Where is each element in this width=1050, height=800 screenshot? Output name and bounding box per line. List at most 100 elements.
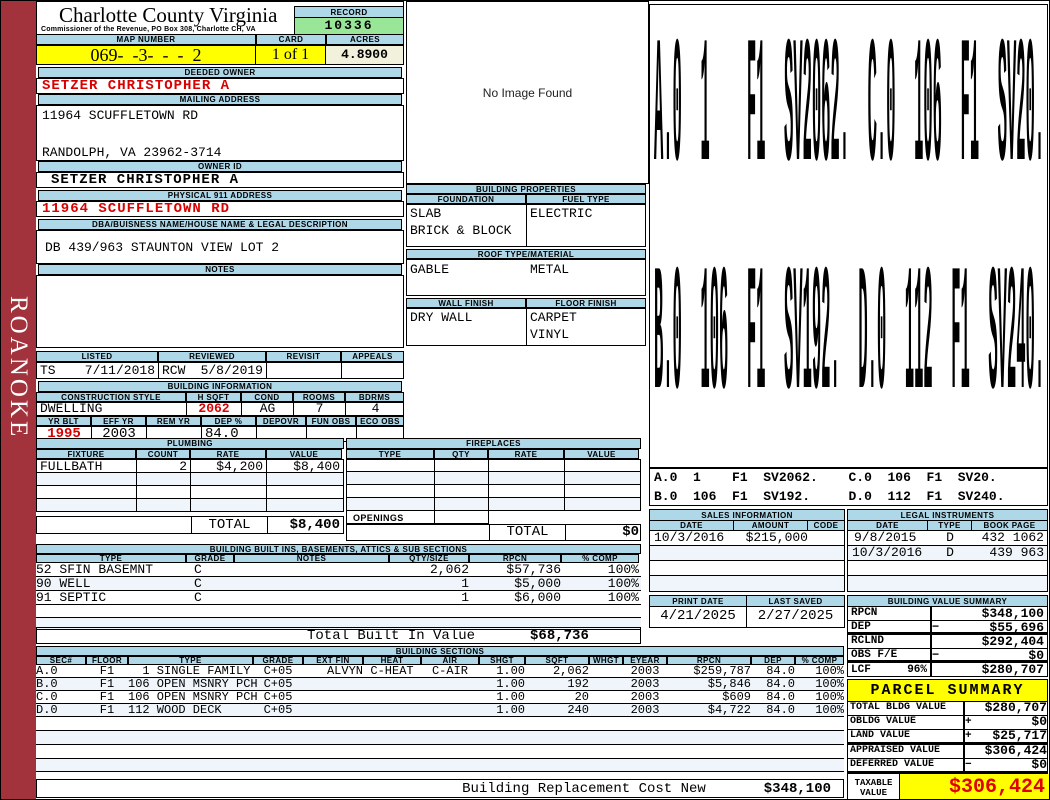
- physical-address-label: PHYSICAL 911 ADDRESS: [38, 190, 402, 201]
- map-number-label: MAP NUMBER: [36, 34, 256, 45]
- no-image-text: No Image Found: [482, 85, 573, 100]
- sections-empty-row: [36, 745, 844, 759]
- parcel-row: APPRAISED VALUE $306,424: [847, 744, 1048, 759]
- vsummary-row: LCF 96% $280,707: [848, 663, 1047, 677]
- sales-empty-row: [650, 576, 844, 591]
- vsummary-row: DEP − $55,696: [848, 621, 1047, 635]
- year-header-row: YR BLT EFF YR REM YR DEP % DEPOVR FUN OB…: [36, 416, 404, 426]
- revisit-label: REVISIT: [266, 351, 341, 362]
- sales-information: SALES INFORMATION DATE AMOUNT CODE 10/3/…: [649, 509, 845, 592]
- building-properties-label: BUILDING PROPERTIES: [406, 184, 646, 194]
- legal-instruments: LEGAL INSTRUMENTS DATE TYPE BOOK PAGE 9/…: [847, 509, 1048, 592]
- mailing-line1: 11964 SCUFFLETOWN RD: [42, 108, 199, 123]
- reviewed-label: REVIEWED: [158, 351, 266, 362]
- plumbing-row: FULLBATH 2 $4,200 $8,400: [36, 459, 344, 473]
- fireplaces-openings-row: OPENINGS: [346, 511, 641, 524]
- style-value-row: DWELLING 2062 AG 7 4: [36, 402, 404, 416]
- foundation-value: SLAB BRICK & BLOCK: [407, 205, 527, 246]
- construction-style-label: CONSTRUCTION STYLE: [36, 392, 186, 402]
- wall-finish-value: DRY WALL: [407, 309, 527, 345]
- builtins-row: 90 WELL C 1 $5,000 100%: [36, 576, 641, 591]
- dep-label: DEP %: [201, 416, 256, 426]
- legend-line2-left: B.0 106 F1 SV192.: [654, 489, 811, 504]
- building-sections-label: BUILDING SECTIONS: [36, 646, 844, 656]
- reviewed-date: 5/8/2019: [200, 363, 263, 378]
- vsummary-row: RCLND $292,404: [848, 635, 1047, 649]
- listed-label: LISTED: [36, 351, 158, 362]
- parcel-summary: PARCEL SUMMARY TOTAL BLDG VALUE $280,707…: [847, 679, 1049, 799]
- sections-row: D.0 F1 112 WOOD DECK C+05 1.00 240 2003 $4,…: [36, 703, 844, 717]
- plumbing-section: PLUMBING FIXTURE COUNT RATE VALUE FULLBA…: [36, 438, 344, 541]
- cond-value: AG: [242, 403, 294, 415]
- legend-line1-right: C.0 106 F1 SV20.: [848, 470, 997, 485]
- replacement-cost-label: Building Replacement Cost New: [462, 780, 706, 797]
- fireplaces-col-qty: QTY: [434, 449, 488, 459]
- sales-row: 10/3/2016 $215,000: [650, 531, 844, 546]
- appeals-value: [342, 363, 405, 378]
- sections-empty-row: [36, 759, 844, 772]
- record-value: 10336: [294, 18, 404, 35]
- sections-col-whgt: WHGT: [589, 656, 623, 665]
- notes-label: NOTES: [38, 264, 402, 275]
- parcel-row: DEFERRED VALUE − $0: [847, 758, 1048, 774]
- deeded-owner-value: SETZER CHRISTOPHER A: [36, 78, 404, 94]
- review-header-row: LISTED REVIEWED REVISIT APPEALS: [36, 351, 404, 362]
- fireplaces-col-type: TYPE: [346, 449, 434, 459]
- sales-col-amount: AMOUNT: [734, 521, 808, 530]
- sections-empty-row: [36, 731, 844, 745]
- appeals-label: APPEALS: [341, 351, 404, 362]
- legal-empty-row: [848, 576, 1047, 591]
- hsqft-label: H SQFT: [186, 392, 241, 402]
- sections-empty-row: [36, 717, 844, 731]
- roof-value-box: GABLE METAL: [406, 259, 646, 296]
- sketch-area: A.0 1 F1 SV2062. C.0 106 F1 SV20. B.0 10…: [649, 4, 1048, 468]
- plumbing-label: PLUMBING: [36, 438, 344, 449]
- listed-code: TS: [40, 363, 56, 378]
- hsqft-value: 2062: [187, 403, 242, 415]
- depovr-label: DEPOVR: [256, 416, 306, 426]
- fireplaces-empty-row: [346, 459, 641, 472]
- vsummary-row: RPCN $348,100: [848, 607, 1047, 621]
- review-value-row: TS 7/11/2018 RCW 5/8/2019: [36, 362, 404, 379]
- plumbing-total-row: TOTAL $8,400: [36, 516, 344, 534]
- deeded-owner-label: DEEDED OWNER: [38, 67, 402, 78]
- sidebar-band: ROANOKE: [1, 1, 36, 799]
- builtins-row: 52 SFIN BASEMNT C 2,062 $57,736 100%: [36, 562, 641, 577]
- sales-empty-row: [650, 546, 844, 561]
- floor-finish-value: CARPET VINYL: [530, 310, 577, 342]
- card-label: CARD: [256, 34, 326, 45]
- legal-label: LEGAL INSTRUMENTS: [848, 510, 1047, 521]
- builtins-total-value: $68,736: [530, 627, 589, 644]
- plumbing-col-count: COUNT: [136, 449, 190, 459]
- rooms-label: ROOMS: [293, 392, 345, 402]
- roof-type-value: GABLE: [410, 262, 450, 277]
- notes-box: [36, 275, 404, 348]
- fireplaces-col-rate: RATE: [488, 449, 564, 459]
- fireplaces-col-value: VALUE: [564, 449, 639, 459]
- fireplaces-section: FIREPLACES TYPE QTY RATE VALUE OPENINGS …: [346, 438, 641, 541]
- plumbing-col-value: VALUE: [266, 449, 342, 459]
- legal-row: 10/3/2016 D 439 963: [848, 546, 1047, 561]
- acres-value: 4.8900: [326, 45, 404, 65]
- map-header-row: MAP NUMBER CARD ACRES: [36, 34, 404, 45]
- dba-label: DBA/BUISNESS NAME/HOUSE NAME & LEGAL DES…: [38, 219, 402, 230]
- bdrms-label: BDRMS: [345, 392, 404, 402]
- plumbing-total-label: TOTAL: [191, 517, 267, 533]
- mailing-address-label: MAILING ADDRESS: [38, 94, 402, 105]
- plumbing-empty-row: [36, 486, 344, 499]
- listed-date: 7/11/2018: [84, 363, 155, 378]
- replacement-cost-value: $348,100: [763, 780, 831, 797]
- legend-line1-left: A.0 1 F1 SV2062.: [654, 470, 818, 485]
- effyr-label: EFF YR: [91, 416, 146, 426]
- roof-label: ROOF TYPE/MATERIAL: [406, 249, 646, 259]
- parcel-row: TOTAL BLDG VALUE $280,707: [847, 701, 1048, 716]
- funobs-label: FUN OBS: [306, 416, 356, 426]
- roof-material-value: METAL: [530, 262, 570, 277]
- print-date-value: 4/21/2025: [650, 607, 747, 627]
- sections-total-row: Building Replacement Cost New $348,100: [36, 779, 844, 798]
- builtins-empty-row: [36, 605, 641, 618]
- mailing-address-box: 11964 SCUFFLETOWN RD RANDOLPH, VA 23962-…: [36, 105, 404, 161]
- print-saved-box: PRINT DATE LAST SAVED 4/21/2025 2/27/202…: [649, 595, 845, 628]
- builtins-col-notes: NOTES: [234, 554, 389, 563]
- record-box: RECORD 10336: [294, 6, 404, 35]
